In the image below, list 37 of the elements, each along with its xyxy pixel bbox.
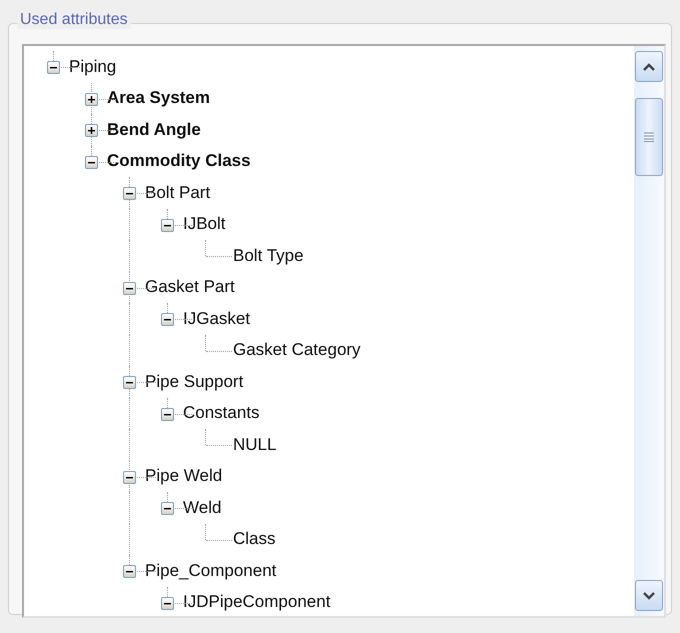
collapse-icon[interactable] — [123, 565, 136, 578]
scroll-down-icon[interactable] — [635, 580, 663, 611]
collapse-icon[interactable] — [123, 376, 136, 389]
tree-item[interactable]: Pipe Weld — [145, 466, 222, 486]
tree-item[interactable]: Gasket Category — [233, 340, 361, 360]
tree-item[interactable]: Commodity Class — [107, 151, 251, 172]
expand-icon[interactable] — [85, 92, 98, 106]
tree-item[interactable]: Bend Angle — [107, 120, 201, 140]
collapse-icon[interactable] — [85, 156, 98, 168]
tree-item[interactable]: Area System — [107, 88, 210, 108]
tree-item[interactable]: IJDPipeComponent — [183, 592, 330, 612]
tree-item[interactable]: Pipe_Component — [145, 560, 276, 581]
tree-item[interactable]: Bolt Type — [233, 246, 304, 266]
collapse-icon[interactable] — [123, 470, 136, 484]
tree-item[interactable]: Pipe Support — [145, 372, 244, 392]
scroll-up-icon[interactable] — [635, 51, 663, 82]
collapse-icon[interactable] — [161, 313, 174, 326]
collapse-icon[interactable] — [161, 596, 174, 610]
collapse-icon[interactable] — [161, 218, 174, 232]
tree-item[interactable]: IJBolt — [183, 214, 226, 234]
tree-item[interactable]: Bolt Part — [145, 182, 210, 203]
collapse-icon[interactable] — [161, 408, 174, 420]
scroll-thumb[interactable] — [635, 98, 663, 176]
collapse-icon[interactable] — [161, 502, 174, 515]
expand-icon[interactable] — [85, 124, 98, 137]
tree-item[interactable]: Weld — [183, 498, 222, 518]
group-title: Used attributes — [17, 11, 131, 29]
tree-item[interactable]: Class — [233, 529, 276, 550]
tree-item[interactable]: Gasket Part — [145, 277, 235, 298]
collapse-icon[interactable] — [123, 282, 136, 294]
tree-item[interactable]: NULL — [233, 434, 276, 455]
tree-item[interactable]: Constants — [183, 403, 260, 424]
scrollbar[interactable] — [634, 46, 664, 616]
collapse-icon[interactable] — [47, 61, 60, 74]
tree-item[interactable]: Piping — [69, 56, 116, 77]
collapse-icon[interactable] — [123, 187, 136, 200]
tree-item[interactable]: IJGasket — [183, 308, 250, 329]
